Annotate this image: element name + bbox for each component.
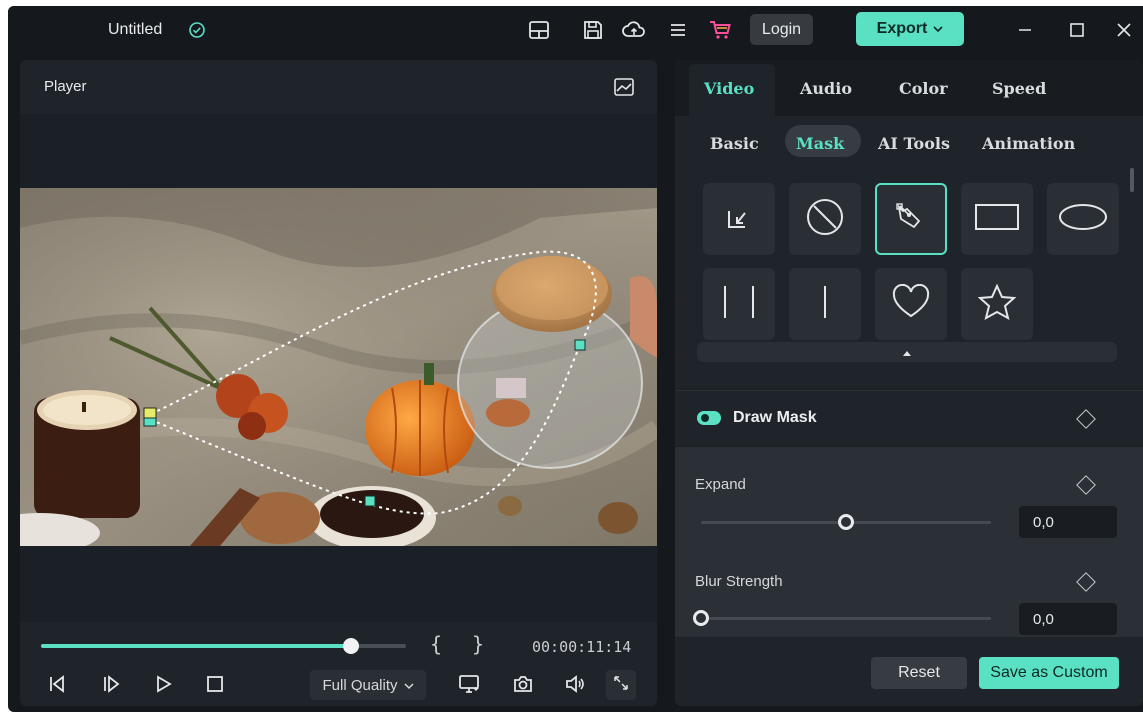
heart-icon <box>891 283 931 325</box>
mask-ellipse-tile[interactable] <box>1047 183 1119 255</box>
player-panel: Player {} 00:00:11:14 Full Quality <box>20 60 657 706</box>
mask-star-tile[interactable] <box>961 268 1033 340</box>
reset-button[interactable]: Reset <box>871 657 967 689</box>
save-icon[interactable] <box>581 18 605 42</box>
next-frame-icon[interactable] <box>100 673 122 695</box>
panel-footer: Reset Save as Custom <box>675 637 1143 706</box>
blur-strength-label: Blur Strength <box>695 573 783 590</box>
mask-rectangle-tile[interactable] <box>961 183 1033 255</box>
expand-label: Expand <box>695 476 746 493</box>
pen-tool-icon <box>893 199 929 240</box>
mask-double-line-tile[interactable] <box>703 268 775 340</box>
expand-icon <box>613 675 629 696</box>
tab-speed[interactable]: Speed <box>992 79 1046 98</box>
login-button[interactable]: Login <box>750 14 813 45</box>
main-tabs: Video Audio Color Speed <box>675 60 1143 116</box>
collapse-strip[interactable] <box>697 342 1117 362</box>
tab-color[interactable]: Color <box>899 79 948 98</box>
stop-icon[interactable] <box>204 673 226 695</box>
tab-audio[interactable]: Audio <box>800 79 852 98</box>
player-header: Player <box>20 60 657 114</box>
mask-anchor-point[interactable] <box>143 417 157 427</box>
quality-select[interactable]: Full Quality <box>310 670 426 700</box>
fullscreen-button[interactable] <box>606 670 636 700</box>
display-settings-icon[interactable] <box>458 673 480 695</box>
mask-properties: Expand Blur Strength <box>675 447 1143 637</box>
cloud-upload-icon[interactable] <box>622 18 646 42</box>
mask-draw-tile[interactable] <box>875 183 947 255</box>
player-viewport[interactable] <box>20 114 657 622</box>
chevron-down-icon <box>933 20 943 38</box>
save-as-custom-button[interactable]: Save as Custom <box>979 657 1119 689</box>
title-bar: Untitled Login Export <box>8 6 1143 54</box>
quality-label: Full Quality <box>322 676 398 694</box>
close-icon[interactable] <box>1112 18 1136 42</box>
export-button[interactable]: Export <box>856 12 964 46</box>
mask-anchor-point[interactable] <box>364 495 376 507</box>
editor-window: Untitled Login Export Player {} 00:00:1… <box>8 6 1143 712</box>
subtab-basic[interactable]: Basic <box>710 134 759 153</box>
play-icon[interactable] <box>152 673 174 695</box>
project-title: Untitled <box>108 21 163 38</box>
draw-mask-section-header[interactable]: Draw Mask <box>675 390 1143 446</box>
subtab-animation[interactable]: Animation <box>982 134 1075 153</box>
rectangle-icon <box>974 202 1020 237</box>
previous-frame-icon[interactable] <box>46 673 68 695</box>
player-title: Player <box>44 78 87 95</box>
tab-video[interactable]: Video <box>704 79 754 98</box>
keyframe-diamond-icon[interactable] <box>1076 475 1096 495</box>
double-line-icon <box>715 282 763 327</box>
draw-mask-toggle[interactable] <box>697 411 721 425</box>
expand-slider[interactable] <box>701 514 991 530</box>
scrollbar[interactable] <box>1130 168 1134 192</box>
mask-import-tile[interactable] <box>703 183 775 255</box>
snapshot-icon[interactable] <box>512 673 534 695</box>
volume-icon[interactable] <box>564 673 586 695</box>
player-controls: { } 00:00:11:14 Full Quality <box>20 622 657 706</box>
video-frame[interactable] <box>20 188 657 546</box>
sub-tabs: Basic Mask AI Tools Animation <box>675 116 1143 168</box>
saved-check-icon <box>188 21 206 39</box>
subtab-mask[interactable]: Mask <box>796 134 844 153</box>
blur-strength-value-field[interactable] <box>1019 603 1117 635</box>
blur-strength-slider-thumb[interactable] <box>693 610 709 626</box>
mask-none-tile[interactable] <box>789 183 861 255</box>
progress-fill <box>41 644 352 648</box>
minimize-icon[interactable] <box>1013 18 1037 42</box>
mask-heart-tile[interactable] <box>875 268 947 340</box>
chevron-down-icon <box>403 677 414 694</box>
expand-slider-thumb[interactable] <box>838 514 854 530</box>
progress-handle[interactable] <box>343 638 360 654</box>
subtab-ai-tools[interactable]: AI Tools <box>878 134 950 153</box>
star-icon <box>977 283 1017 325</box>
mask-shape-grid <box>675 168 1143 388</box>
keyframe-diamond-icon[interactable] <box>1076 572 1096 592</box>
ellipse-icon <box>1058 202 1108 237</box>
layout-icon[interactable] <box>527 18 551 42</box>
progress-bar[interactable] <box>41 638 406 654</box>
properties-panel: Video Audio Color Speed Basic Mask AI To… <box>675 60 1143 706</box>
image-view-icon[interactable] <box>613 76 635 98</box>
maximize-icon[interactable] <box>1065 18 1089 42</box>
mark-in-button[interactable]: { <box>430 632 442 656</box>
keyframe-diamond-icon[interactable] <box>1076 409 1096 429</box>
caret-up-icon <box>903 343 911 361</box>
blur-strength-slider[interactable] <box>693 610 991 626</box>
timecode: 00:00:11:14 <box>532 638 632 656</box>
menu-icon[interactable] <box>666 18 690 42</box>
cart-icon[interactable] <box>708 18 732 42</box>
expand-value-field[interactable] <box>1019 506 1117 538</box>
export-label: Export <box>876 20 928 37</box>
mark-out-button[interactable]: } <box>472 632 484 656</box>
mask-anchor-point[interactable] <box>574 339 586 351</box>
single-line-icon <box>815 282 835 327</box>
import-mask-icon <box>723 201 755 238</box>
none-icon <box>805 197 845 242</box>
mask-single-line-tile[interactable] <box>789 268 861 340</box>
section-title: Draw Mask <box>733 409 817 426</box>
mask-anchor-point[interactable] <box>143 407 157 419</box>
video-frame-image <box>20 188 657 546</box>
